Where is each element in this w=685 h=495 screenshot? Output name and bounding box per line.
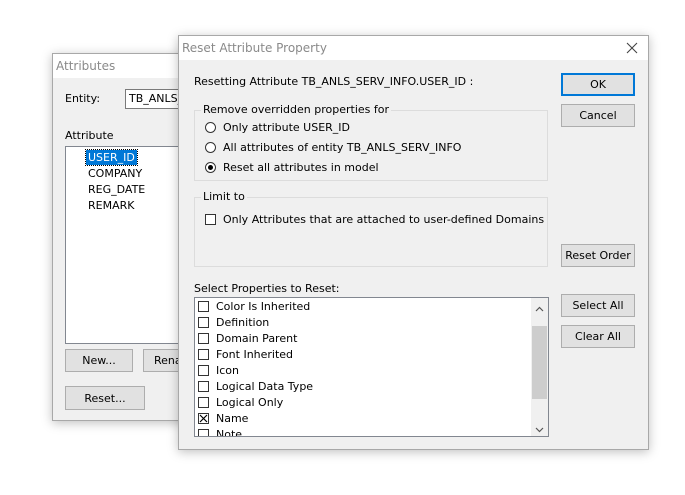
properties-list[interactable]: Color Is Inherited Definition Domain Paren… (194, 297, 549, 437)
attributes-titlebar: Attributes (53, 54, 193, 78)
remove-scope-radio[interactable]: Only attribute USER_ID (205, 121, 350, 134)
property-checkbox[interactable] (198, 332, 209, 344)
property-label: Color Is Inherited (216, 299, 311, 313)
ok-button-label: OK (590, 78, 606, 91)
property-label: Name (216, 411, 249, 425)
property-checkbox[interactable] (198, 364, 209, 376)
attributes-window-title: Attributes (56, 59, 116, 73)
select-all-button[interactable]: Select All (561, 294, 635, 317)
property-list-item[interactable]: Name (198, 410, 248, 426)
new-button-label: New... (82, 354, 116, 367)
reset-order-button-label: Reset Order (565, 249, 631, 262)
limit-domains-checkbox-box[interactable] (205, 214, 216, 225)
dialog-heading: Resetting Attribute TB_ANLS_SERV_INFO.US… (194, 75, 474, 88)
entity-label: Entity: (65, 92, 101, 105)
remove-scope-radio-label: Reset all attributes in model (223, 161, 379, 174)
reset-attribute-dialog: Reset Attribute Property Resetting Attri… (178, 35, 649, 450)
property-checkbox[interactable] (198, 300, 209, 312)
scroll-up-icon[interactable] (535, 302, 544, 315)
remove-scope-radio[interactable]: Reset all attributes in model (205, 161, 379, 174)
close-icon[interactable] (626, 42, 638, 54)
attribute-list-item[interactable]: COMPANY (86, 166, 144, 181)
dialog-titlebar: Reset Attribute Property (179, 36, 648, 60)
remove-overridden-group: Remove overridden properties for Only at… (194, 103, 548, 181)
radio-button-icon[interactable] (205, 162, 216, 173)
property-label: Logical Only (216, 395, 284, 409)
property-checkbox[interactable] (198, 348, 209, 360)
attribute-list-item[interactable]: USER_ID (85, 149, 138, 166)
reset-order-button[interactable]: Reset Order (561, 244, 635, 267)
limit-to-group-label: Limit to (201, 190, 247, 203)
limit-domains-checkbox-label: Only Attributes that are attached to use… (223, 213, 545, 226)
property-list-item[interactable]: Icon (198, 362, 239, 378)
property-list-item[interactable]: Logical Data Type (198, 378, 313, 394)
property-list-item[interactable]: Definition (198, 314, 269, 330)
property-label: Font Inherited (216, 347, 294, 361)
entity-field-value: TB_ANLS_ (129, 92, 184, 105)
property-checkbox[interactable] (198, 412, 209, 424)
cancel-button-label: Cancel (579, 109, 617, 122)
attributes-window: Attributes Entity: TB_ANLS_ Attribute US… (52, 53, 205, 421)
ok-button[interactable]: OK (561, 73, 635, 96)
select-all-button-label: Select All (572, 299, 624, 312)
attribute-list-label: Attribute (65, 129, 114, 142)
property-list-item[interactable]: Note (198, 426, 243, 437)
remove-scope-radio-label: All attributes of entity TB_ANLS_SERV_IN… (223, 141, 462, 154)
clear-all-button-label: Clear All (575, 330, 621, 343)
limit-domains-checkbox[interactable]: Only Attributes that are attached to use… (205, 213, 544, 226)
radio-button-icon[interactable] (205, 122, 216, 133)
new-attribute-button[interactable]: New... (65, 349, 133, 372)
properties-scrollbar[interactable] (531, 298, 548, 436)
remove-scope-radio[interactable]: All attributes of entity TB_ANLS_SERV_IN… (205, 141, 461, 154)
reset-attribute-button[interactable]: Reset... (65, 386, 145, 410)
properties-label: Select Properties to Reset: (194, 282, 340, 295)
scroll-thumb[interactable] (532, 326, 547, 399)
property-checkbox[interactable] (198, 380, 209, 392)
property-label: Domain Parent (216, 331, 298, 345)
property-checkbox[interactable] (198, 316, 209, 328)
property-checkbox[interactable] (198, 428, 209, 436)
cancel-button[interactable]: Cancel (561, 104, 635, 127)
reset-button-label: Reset... (84, 391, 126, 405)
property-list-item[interactable]: Domain Parent (198, 330, 297, 346)
attribute-list-item[interactable]: REG_DATE (86, 182, 147, 197)
property-list-item[interactable]: Logical Only (198, 394, 283, 410)
property-checkbox[interactable] (198, 396, 209, 408)
dialog-title: Reset Attribute Property (182, 41, 327, 55)
property-label: Note (216, 427, 243, 437)
attribute-list-item[interactable]: REMARK (86, 198, 136, 213)
radio-button-icon[interactable] (205, 142, 216, 153)
attribute-list[interactable]: USER_ID COMPANY REG_DATE REMARK (65, 146, 195, 344)
property-label: Icon (216, 363, 239, 377)
remove-scope-radio-label: Only attribute USER_ID (223, 121, 351, 134)
property-label: Logical Data Type (216, 379, 314, 393)
limit-to-group: Limit to Only Attributes that are attach… (194, 190, 548, 267)
property-list-item[interactable]: Color Is Inherited (198, 298, 310, 314)
scroll-down-icon[interactable] (535, 423, 544, 436)
property-list-item[interactable]: Font Inherited (198, 346, 293, 362)
property-label: Definition (216, 315, 270, 329)
clear-all-button[interactable]: Clear All (561, 325, 635, 348)
remove-overridden-group-label: Remove overridden properties for (201, 103, 392, 116)
